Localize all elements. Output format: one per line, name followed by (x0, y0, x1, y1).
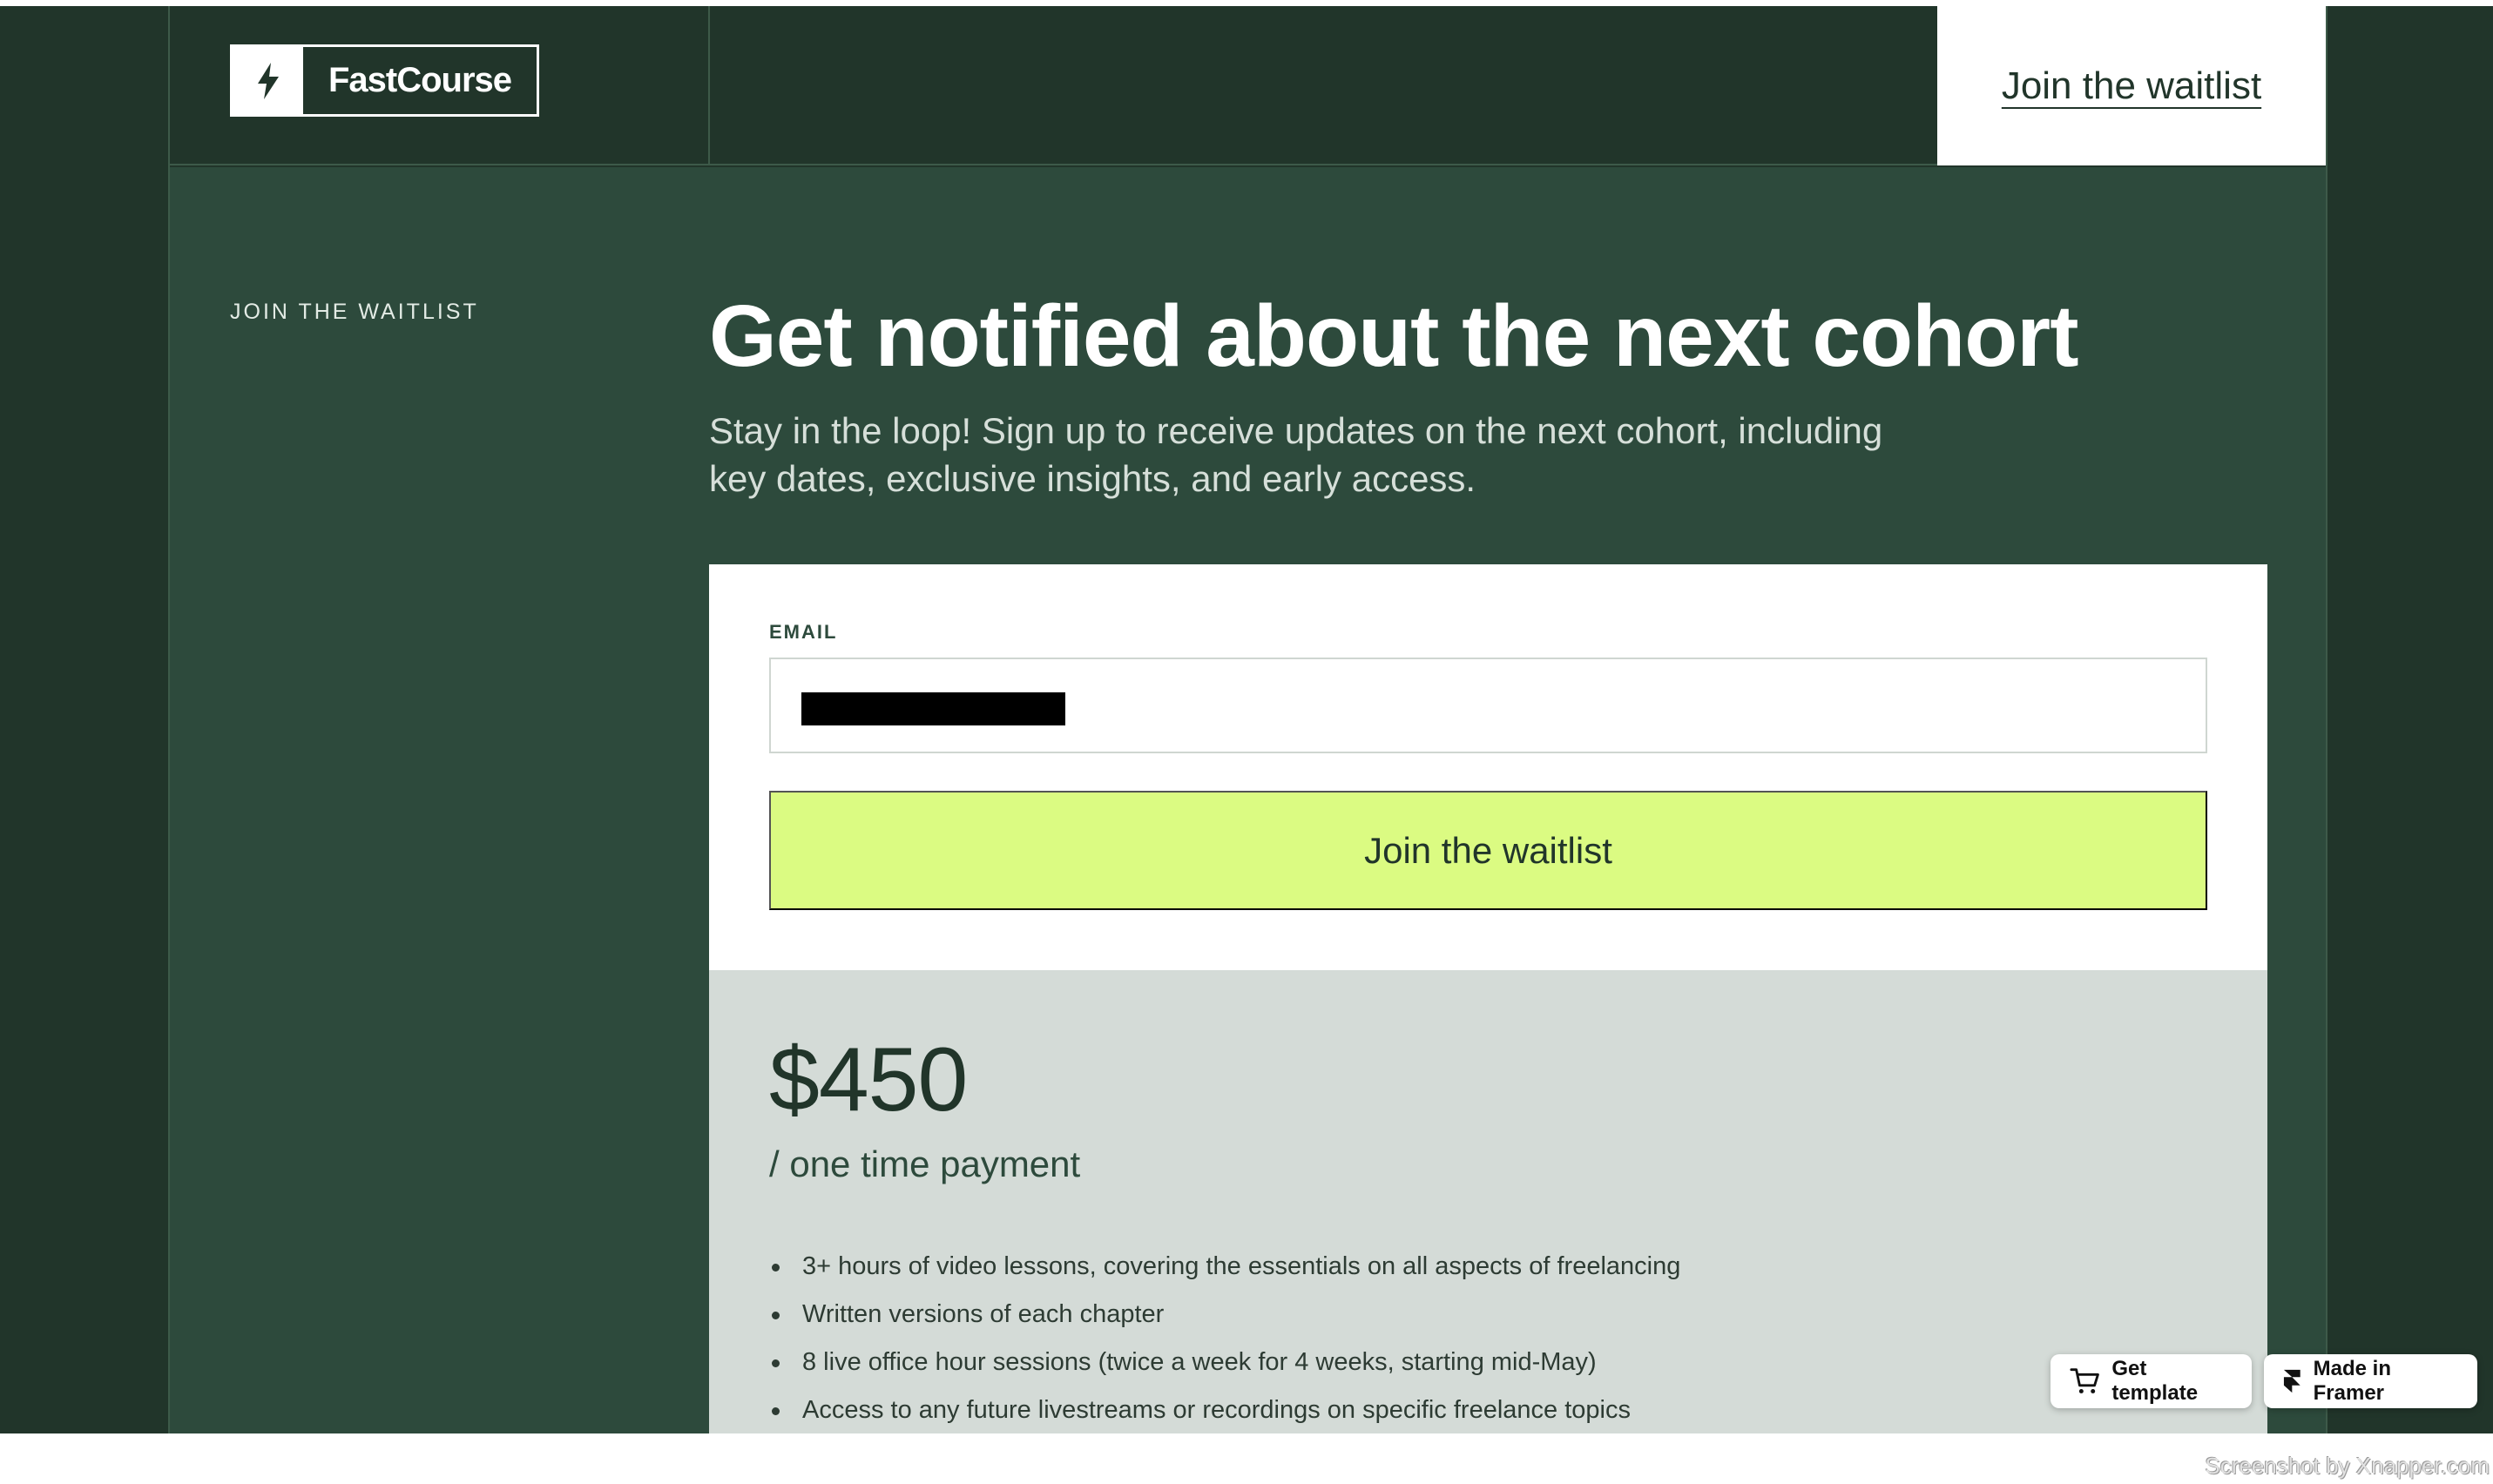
price: $450 (769, 1029, 968, 1130)
content-frame: FastCourse Join the waitlist JOIN THE WA… (168, 6, 2327, 1433)
feature-list: 3+ hours of video lessons, covering the … (769, 1243, 1680, 1433)
section-eyebrow: JOIN THE WAITLIST (230, 300, 479, 324)
made-in-framer-button[interactable]: Made in Framer (2264, 1354, 2477, 1408)
waitlist-section: JOIN THE WAITLIST Get notified about the… (170, 167, 2326, 1433)
nav-join-waitlist-button[interactable]: Join the waitlist (1937, 6, 2326, 165)
lightning-bolt-icon (233, 47, 303, 114)
price-note: / one time payment (769, 1143, 1081, 1184)
framer-icon (2283, 1369, 2300, 1393)
email-field[interactable] (769, 658, 2207, 753)
screenshot-watermark: Screenshot by Xnapper.com (2205, 1453, 2490, 1479)
get-template-label: Get template (2111, 1357, 2199, 1405)
list-item: Access to any future livestreams or reco… (769, 1386, 1680, 1433)
header-divider (708, 6, 710, 165)
pricing-panel: $450 / one time payment 3+ hours of vide… (709, 970, 2267, 1433)
made-in-framer-label: Made in Framer (2313, 1357, 2391, 1405)
signup-form: EMAIL Join the waitlist (709, 564, 2267, 970)
top-strip (0, 0, 2493, 6)
get-template-button[interactable]: Get template (2050, 1354, 2252, 1408)
page: FastCourse Join the waitlist JOIN THE WA… (0, 0, 2493, 1433)
site-header: FastCourse Join the waitlist (170, 6, 2326, 165)
logo[interactable]: FastCourse (230, 44, 539, 117)
list-item: 8 live office hour sessions (twice a wee… (769, 1339, 1680, 1386)
logo-text: FastCourse (328, 61, 512, 99)
nav-join-waitlist-label: Join the waitlist (2001, 64, 2262, 107)
cart-icon (2070, 1368, 2099, 1393)
page-title: Get notified about the next cohort (709, 287, 2079, 385)
email-value-redacted (801, 692, 1065, 725)
signup-card: EMAIL Join the waitlist $450 / one time … (709, 564, 2267, 1433)
join-waitlist-button[interactable]: Join the waitlist (769, 791, 2207, 910)
list-item: 3+ hours of video lessons, covering the … (769, 1243, 1680, 1291)
list-item: Written versions of each chapter (769, 1291, 1680, 1339)
email-label: EMAIL (769, 621, 838, 643)
page-subtitle: Stay in the loop! Sign up to receive upd… (709, 410, 1883, 499)
